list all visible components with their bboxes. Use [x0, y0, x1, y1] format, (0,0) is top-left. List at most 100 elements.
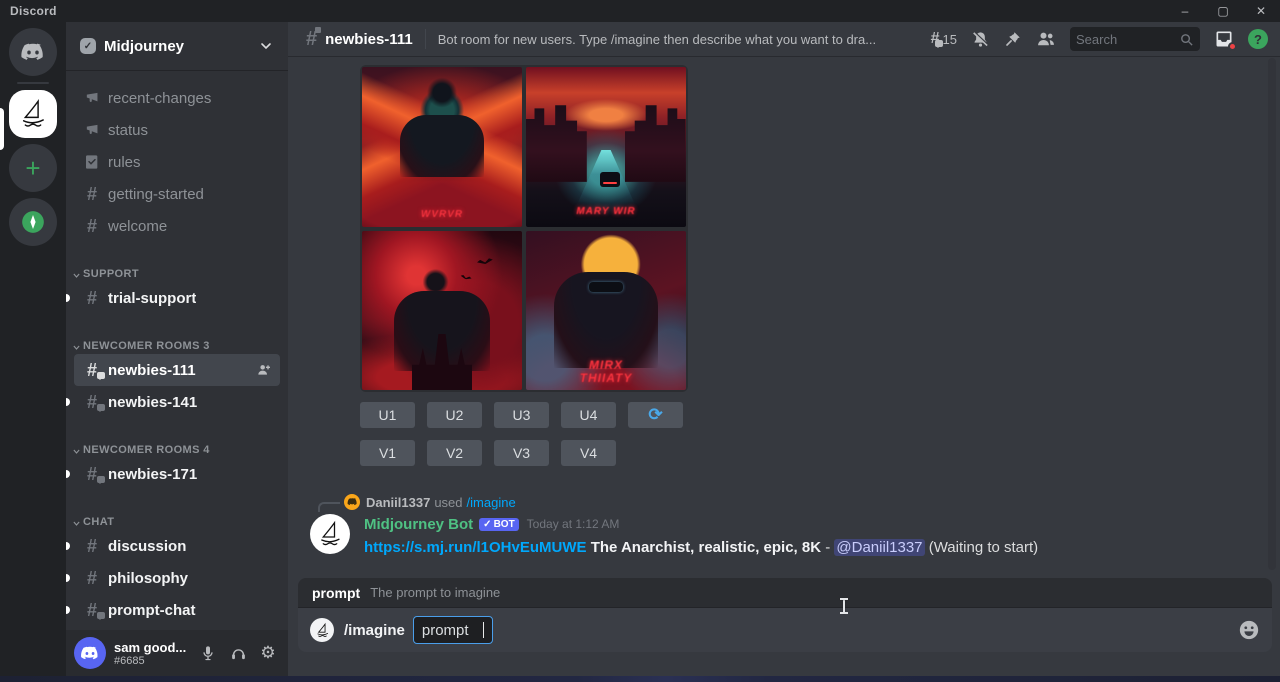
- car-silhouette: [600, 172, 621, 186]
- invite-people-icon[interactable]: [256, 362, 272, 378]
- sidebar-item-newbies-171[interactable]: # newbies-171: [74, 458, 280, 490]
- mic-button[interactable]: [196, 641, 220, 665]
- prompt-option-field[interactable]: prompt: [413, 616, 493, 644]
- upscale-4-button[interactable]: U4: [561, 402, 616, 428]
- headphones-button[interactable]: [226, 641, 250, 665]
- emoji-picker-button[interactable]: [1238, 619, 1260, 641]
- add-server-button[interactable]: +: [9, 144, 57, 192]
- server-icon-midjourney[interactable]: [9, 90, 57, 138]
- channel-label: welcome: [108, 218, 167, 235]
- avatar[interactable]: [74, 637, 106, 669]
- pinned-messages-icon[interactable]: [1004, 30, 1022, 48]
- interaction-command[interactable]: /imagine: [467, 495, 516, 510]
- bot-badge: ✓BOT: [479, 518, 519, 531]
- hash-thread-icon: #: [82, 600, 102, 620]
- generated-image-4[interactable]: MIRX THIIATY: [526, 231, 686, 391]
- gear-icon[interactable]: ⚙: [256, 641, 280, 665]
- poster-caption: MARY WIR: [526, 206, 686, 217]
- hash-thread-icon: #: [82, 392, 102, 412]
- user-discriminator: #6685: [114, 655, 196, 667]
- bat-silhouette: [460, 275, 472, 281]
- bot-message: Midjourney Bot ✓BOT Today at 1:12 AM htt…: [310, 514, 1260, 558]
- notifications-muted-icon[interactable]: [971, 30, 990, 49]
- plus-icon: +: [25, 155, 40, 181]
- hash-icon: #: [82, 216, 102, 236]
- sidebar-item-getting-started[interactable]: # getting-started: [74, 178, 280, 210]
- member-list-icon[interactable]: [1036, 29, 1056, 49]
- section-header-newcomer-rooms-4[interactable]: NEWCOMER ROOMS 4: [66, 434, 288, 458]
- chevron-down-icon: [72, 343, 81, 352]
- section-header-chat[interactable]: CHAT: [66, 506, 288, 530]
- unread-pill: [66, 294, 70, 302]
- sidebar-item-welcome[interactable]: # welcome: [74, 210, 280, 242]
- username: sam good...: [114, 640, 196, 655]
- bot-check-icon: ✓: [483, 519, 491, 530]
- sidebar-item-philosophy[interactable]: # philosophy: [74, 562, 280, 594]
- server-header[interactable]: ✓ Midjourney: [66, 22, 288, 70]
- message-input[interactable]: /imagine prompt: [298, 608, 1272, 652]
- hash-lock-icon: #: [306, 29, 317, 49]
- server-name: Midjourney: [104, 38, 258, 55]
- interaction-username[interactable]: Daniil1337: [366, 495, 430, 510]
- section-label: NEWCOMER ROOMS 4: [83, 444, 210, 456]
- sidebar-item-status[interactable]: status: [74, 114, 280, 146]
- channel-topic[interactable]: Bot room for new users. Type /imagine th…: [438, 32, 876, 47]
- midjourney-bot-avatar: [310, 618, 334, 642]
- main-panel: # newbies-111 Bot room for new users. Ty…: [288, 22, 1280, 676]
- generated-image-1[interactable]: WVRVR: [362, 67, 522, 227]
- sidebar-item-newbies-141[interactable]: # newbies-141: [74, 386, 280, 418]
- text-caret: [483, 622, 484, 638]
- slash-command-suggestion[interactable]: prompt The prompt to imagine: [298, 578, 1272, 608]
- search-input[interactable]: Search: [1070, 27, 1200, 51]
- discord-logo-icon: [20, 43, 46, 62]
- message-content: https://s.mj.run/l1OHvEuMUWE The Anarchi…: [364, 538, 1260, 558]
- upscale-1-button[interactable]: U1: [360, 402, 415, 428]
- interaction-action: used: [434, 495, 462, 510]
- section-header-newcomer-rooms-3[interactable]: NEWCOMER ROOMS 3: [66, 330, 288, 354]
- close-button[interactable]: ✕: [1242, 0, 1280, 22]
- channel-list: recent-changes status rules # getting-st…: [66, 70, 288, 630]
- sidebar-item-recent-changes[interactable]: recent-changes: [74, 82, 280, 114]
- interaction-context: Daniil1337 used /imagine: [318, 493, 516, 511]
- generated-image-3[interactable]: [362, 231, 522, 391]
- avatar[interactable]: [344, 494, 360, 510]
- scrollbar[interactable]: [1268, 58, 1276, 570]
- message-author[interactable]: Midjourney Bot: [364, 516, 473, 533]
- os-taskbar-sliver: [0, 676, 1280, 682]
- sidebar-item-rules[interactable]: rules: [74, 146, 280, 178]
- help-button[interactable]: ?: [1248, 29, 1268, 49]
- hash-icon: #: [82, 184, 102, 204]
- upscale-2-button[interactable]: U2: [427, 402, 482, 428]
- minimize-button[interactable]: –: [1166, 0, 1204, 22]
- variation-4-button[interactable]: V4: [561, 440, 616, 466]
- sidebar-item-prompt-chat[interactable]: # prompt-chat: [74, 594, 280, 626]
- upscale-3-button[interactable]: U3: [494, 402, 549, 428]
- maximize-button[interactable]: ▢: [1204, 0, 1242, 22]
- midjourney-sailboat-icon: [16, 97, 50, 131]
- section-header-support[interactable]: SUPPORT: [66, 258, 288, 282]
- message-scroll-area[interactable]: WVRVR MARY WIR MIRX: [288, 56, 1280, 572]
- threads-button[interactable]: # 15: [931, 31, 957, 47]
- sidebar-item-newbies-111[interactable]: # newbies-111: [74, 354, 280, 386]
- variation-2-button[interactable]: V2: [427, 440, 482, 466]
- inbox-button[interactable]: [1214, 29, 1234, 49]
- home-button[interactable]: [9, 28, 57, 76]
- prompt-image-link[interactable]: https://s.mj.run/l1OHvEuMUWE: [364, 539, 587, 556]
- variation-3-button[interactable]: V3: [494, 440, 549, 466]
- threads-count: 15: [943, 32, 957, 47]
- midjourney-image-grid[interactable]: WVRVR MARY WIR MIRX: [360, 65, 688, 392]
- sidebar-item-trial-support[interactable]: # trial-support: [74, 282, 280, 314]
- verified-badge-icon: ✓: [80, 38, 96, 54]
- variation-1-button[interactable]: V1: [360, 440, 415, 466]
- rules-icon: [82, 152, 102, 172]
- channel-label: discussion: [108, 538, 186, 555]
- explore-servers-button[interactable]: [9, 198, 57, 246]
- user-identity[interactable]: sam good... #6685: [114, 640, 196, 667]
- reroll-button[interactable]: ⟳: [628, 402, 683, 428]
- sidebar-item-discussion[interactable]: # discussion: [74, 530, 280, 562]
- chevron-down-icon: [72, 519, 81, 528]
- section-label: SUPPORT: [83, 268, 139, 280]
- user-mention[interactable]: @Daniil1337: [834, 539, 924, 556]
- generated-image-2[interactable]: MARY WIR: [526, 67, 686, 227]
- avatar[interactable]: [310, 514, 350, 554]
